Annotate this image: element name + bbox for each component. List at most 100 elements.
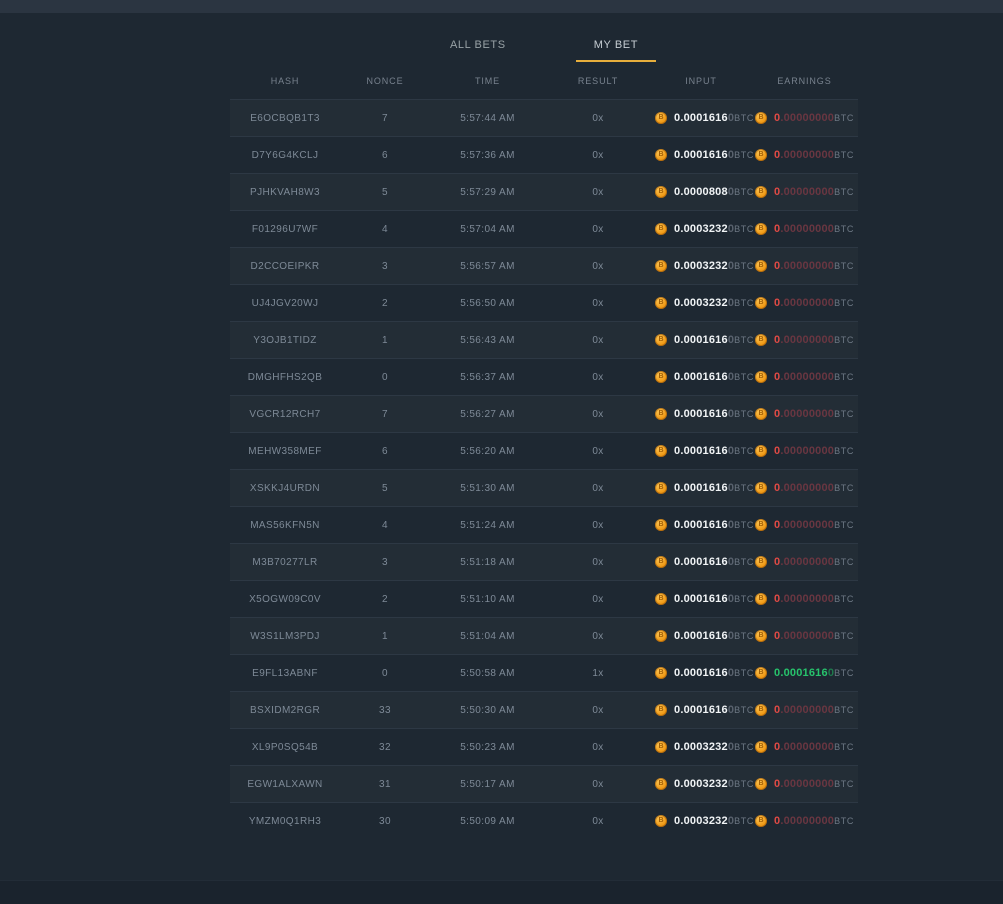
- bet-time: 5:57:04 AM: [430, 224, 545, 235]
- tab-all-bets[interactable]: ALL BETS: [432, 32, 524, 62]
- bet-earnings-amount: 0.00000000: [774, 778, 834, 790]
- currency-label: BTC: [834, 335, 854, 345]
- bet-table-row: EGW1ALXAWN 31 5:50:17 AM 0x 0.00032320 B…: [230, 765, 858, 802]
- btc-coin-icon: [755, 445, 767, 457]
- bet-input-amount: 0.00008080: [674, 186, 734, 198]
- bet-earnings: 0.00000000 BTC: [751, 149, 858, 161]
- btc-coin-icon: [755, 593, 767, 605]
- bet-history-panel: ALL BETS MY BET HASH NONCE TIME RESULT I…: [230, 13, 858, 839]
- bet-earnings-amount: 0.00000000: [774, 260, 834, 272]
- bet-nonce: 1: [340, 335, 430, 346]
- bet-earnings-amount: 0.00000000: [774, 482, 834, 494]
- top-navbar: [0, 0, 1003, 13]
- bet-earnings: 0.00000000 BTC: [751, 741, 858, 753]
- bet-hash[interactable]: MAS56KFN5N: [230, 520, 340, 531]
- bet-hash[interactable]: Y3OJB1TIDZ: [230, 335, 340, 346]
- bet-hash[interactable]: XSKKJ4URDN: [230, 483, 340, 494]
- bet-hash[interactable]: M3B70277LR: [230, 557, 340, 568]
- bet-input-amount: 0.00016160: [674, 630, 734, 642]
- bet-earnings-amount: 0.00000000: [774, 741, 834, 753]
- bet-time: 5:57:29 AM: [430, 187, 545, 198]
- bet-input-amount: 0.00032320: [674, 260, 734, 272]
- bet-hash[interactable]: W3S1LM3PDJ: [230, 631, 340, 642]
- tab-my-bet[interactable]: MY BET: [576, 32, 656, 62]
- bet-table-row: E6OCBQB1T3 7 5:57:44 AM 0x 0.00016160 BT…: [230, 99, 858, 136]
- btc-coin-icon: [655, 667, 667, 679]
- bet-hash[interactable]: D7Y6G4KCLJ: [230, 150, 340, 161]
- bet-earnings: 0.00000000 BTC: [751, 408, 858, 420]
- currency-label: BTC: [834, 372, 854, 382]
- bet-nonce: 6: [340, 150, 430, 161]
- bet-earnings: 0.00000000 BTC: [751, 815, 858, 827]
- bet-input-amount: 0.00016160: [674, 149, 734, 161]
- bet-hash[interactable]: DMGHFHS2QB: [230, 372, 340, 383]
- bet-hash[interactable]: E6OCBQB1T3: [230, 113, 340, 124]
- bet-table-row: VGCR12RCH7 7 5:56:27 AM 0x 0.00016160 BT…: [230, 395, 858, 432]
- bet-hash[interactable]: UJ4JGV20WJ: [230, 298, 340, 309]
- bet-earnings-amount: 0.00000000: [774, 519, 834, 531]
- btc-coin-icon: [655, 593, 667, 605]
- btc-coin-icon: [755, 556, 767, 568]
- bet-input: 0.00032320 BTC: [651, 815, 751, 827]
- bet-result: 0x: [545, 224, 651, 235]
- table-header-row: HASH NONCE TIME RESULT INPUT EARNINGS: [230, 62, 858, 99]
- bet-table-row: D7Y6G4KCLJ 6 5:57:36 AM 0x 0.00016160 BT…: [230, 136, 858, 173]
- btc-coin-icon: [755, 741, 767, 753]
- btc-coin-icon: [755, 815, 767, 827]
- bet-result: 0x: [545, 483, 651, 494]
- btc-coin-icon: [655, 260, 667, 272]
- bet-hash[interactable]: D2CCOEIPKR: [230, 261, 340, 272]
- bet-hash[interactable]: X5OGW09C0V: [230, 594, 340, 605]
- currency-label: BTC: [834, 779, 854, 789]
- bet-earnings: 0.00000000 BTC: [751, 223, 858, 235]
- bet-time: 5:50:23 AM: [430, 742, 545, 753]
- bet-hash[interactable]: YMZM0Q1RH3: [230, 816, 340, 827]
- bet-hash[interactable]: E9FL13ABNF: [230, 668, 340, 679]
- bet-input: 0.00016160 BTC: [651, 482, 751, 494]
- bet-earnings: 0.00000000 BTC: [751, 778, 858, 790]
- bet-table-row: DMGHFHS2QB 0 5:56:37 AM 0x 0.00016160 BT…: [230, 358, 858, 395]
- bet-input-amount: 0.00016160: [674, 519, 734, 531]
- bet-hash[interactable]: PJHKVAH8W3: [230, 187, 340, 198]
- bet-table-row: YMZM0Q1RH3 30 5:50:09 AM 0x 0.00032320 B…: [230, 802, 858, 839]
- bet-result: 0x: [545, 705, 651, 716]
- bet-input-amount: 0.00032320: [674, 741, 734, 753]
- bet-earnings-amount: 0.00016160: [774, 667, 834, 679]
- bet-input: 0.00032320 BTC: [651, 223, 751, 235]
- bet-tabs: ALL BETS MY BET: [230, 32, 858, 62]
- bet-earnings-amount: 0.00000000: [774, 630, 834, 642]
- bet-earnings-amount: 0.00000000: [774, 334, 834, 346]
- btc-coin-icon: [655, 630, 667, 642]
- btc-coin-icon: [655, 704, 667, 716]
- btc-coin-icon: [655, 445, 667, 457]
- bet-hash[interactable]: BSXIDM2RGR: [230, 705, 340, 716]
- bet-input-amount: 0.00016160: [674, 408, 734, 420]
- bet-table-row: F01296U7WF 4 5:57:04 AM 0x 0.00032320 BT…: [230, 210, 858, 247]
- column-header-input: INPUT: [651, 76, 751, 86]
- currency-label: BTC: [834, 668, 854, 678]
- btc-coin-icon: [655, 186, 667, 198]
- currency-label: BTC: [834, 150, 854, 160]
- bet-hash[interactable]: EGW1ALXAWN: [230, 779, 340, 790]
- bet-earnings-amount: 0.00000000: [774, 297, 834, 309]
- bet-result: 0x: [545, 520, 651, 531]
- currency-label: BTC: [834, 483, 854, 493]
- bet-time: 5:56:27 AM: [430, 409, 545, 420]
- bet-earnings-amount: 0.00000000: [774, 815, 834, 827]
- bet-input: 0.00032320 BTC: [651, 741, 751, 753]
- bet-hash[interactable]: XL9P0SQ54B: [230, 742, 340, 753]
- bet-result: 0x: [545, 631, 651, 642]
- bet-nonce: 5: [340, 187, 430, 198]
- bet-hash[interactable]: MEHW358MEF: [230, 446, 340, 457]
- bet-hash[interactable]: VGCR12RCH7: [230, 409, 340, 420]
- bet-time: 5:56:57 AM: [430, 261, 545, 272]
- btc-coin-icon: [755, 778, 767, 790]
- bet-time: 5:51:30 AM: [430, 483, 545, 494]
- btc-coin-icon: [655, 556, 667, 568]
- bet-hash[interactable]: F01296U7WF: [230, 224, 340, 235]
- bet-time: 5:50:17 AM: [430, 779, 545, 790]
- bet-earnings: 0.00016160 BTC: [751, 667, 858, 679]
- btc-coin-icon: [755, 149, 767, 161]
- bet-result: 0x: [545, 150, 651, 161]
- btc-coin-icon: [655, 778, 667, 790]
